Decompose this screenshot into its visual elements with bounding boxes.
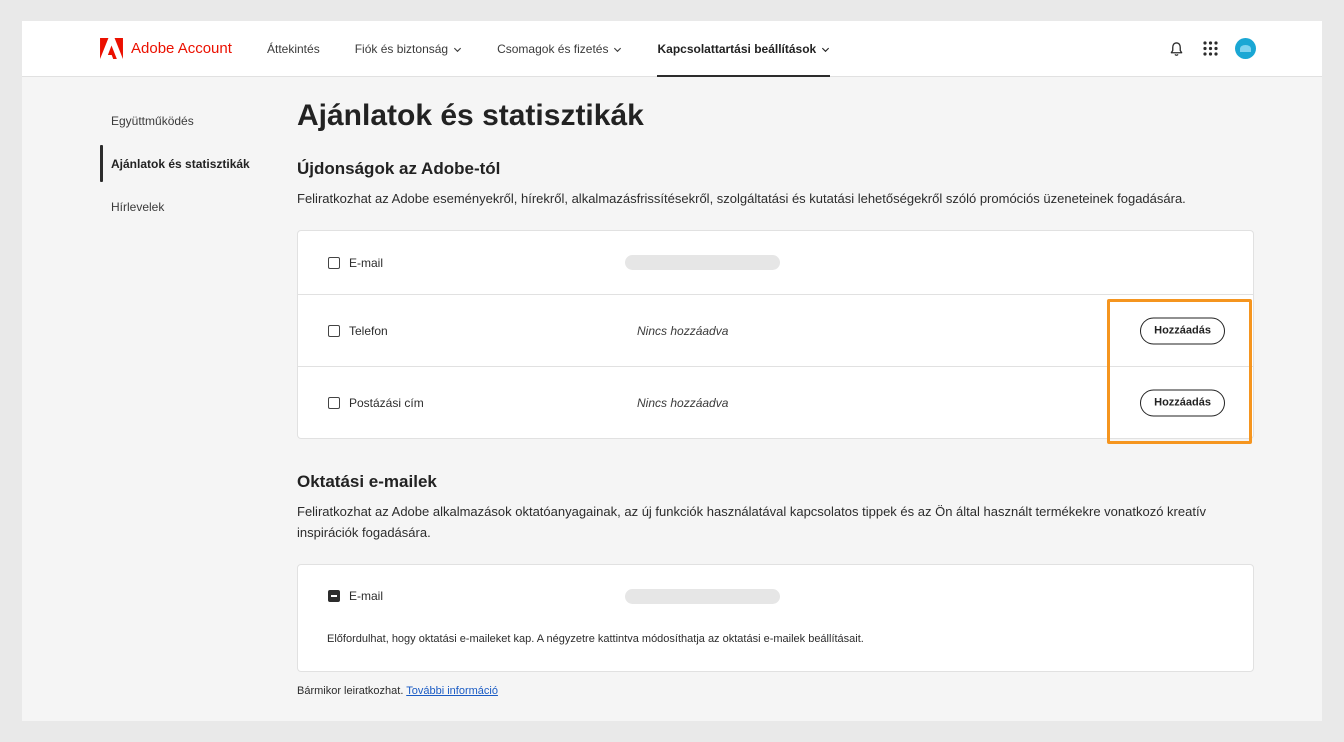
email-value-placeholder [625, 255, 780, 270]
section-adobe-news: Újdonságok az Adobe-tól Feliratkozhat az… [297, 159, 1254, 439]
nav-item-label: Kapcsolattartási beállítások [657, 42, 817, 56]
sidebar-item-label: Együttműködés [111, 113, 194, 128]
unsubscribe-text: Bármikor leiratkozhat. [297, 685, 404, 697]
sidebar: Együttműködés Ajánlatok és statisztikák … [100, 99, 260, 228]
nav-item-label: Csomagok és fizetés [497, 42, 609, 56]
nav-item-communication-preferences[interactable]: Kapcsolattartási beállítások [657, 21, 830, 77]
header-actions [1167, 38, 1256, 59]
nav-item-label: Áttekintés [267, 42, 320, 56]
option-row-email: E-mail [298, 565, 1253, 627]
option-row-email: E-mail [298, 231, 1253, 295]
chevron-down-icon [454, 47, 462, 52]
sidebar-item-collaboration[interactable]: Együttműködés [100, 99, 260, 142]
avatar[interactable] [1235, 38, 1256, 59]
sidebar-item-offers-insights[interactable]: Ajánlatok és statisztikák [100, 142, 260, 185]
section-description: Feliratkozhat az Adobe eseményekről, hír… [297, 191, 1186, 206]
notifications-button[interactable] [1167, 40, 1185, 58]
chevron-down-icon [614, 47, 622, 52]
add-phone-button[interactable]: Hozzáadás [1140, 317, 1225, 344]
status-text: Nincs hozzáadva [637, 323, 729, 338]
main-nav: Áttekintés Fiók és biztonság Csomagok és… [267, 21, 865, 77]
phone-checkbox[interactable] [328, 324, 340, 337]
adobe-logo-icon [100, 38, 123, 59]
section-heading: Oktatási e-mailek [297, 472, 437, 491]
section-educational-emails: Oktatási e-mailek Feliratkozhat az Adobe… [297, 472, 1254, 697]
option-row-phone: Telefon Nincs hozzáadva Hozzáadás [298, 295, 1253, 367]
nav-item-account-security[interactable]: Fiók és biztonság [355, 21, 462, 77]
page-title: Ajánlatok és statisztikák [297, 99, 644, 132]
status-text: Nincs hozzáadva [637, 395, 729, 410]
brand[interactable]: Adobe Account [100, 38, 232, 59]
email-checkbox[interactable] [328, 256, 340, 269]
contact-options-card: E-mail Telefon Nincs hozzáadva Hozzáadás… [297, 230, 1254, 439]
apps-button[interactable] [1201, 40, 1219, 58]
section-description: Feliratkozhat az Adobe alkalmazások okta… [297, 504, 1207, 540]
chevron-down-icon [822, 47, 830, 52]
add-postal-address-button[interactable]: Hozzáadás [1140, 389, 1225, 416]
app-window: Adobe Account Áttekintés Fiók és biztons… [22, 21, 1322, 721]
educational-email-note: Előfordulhat, hogy oktatási e-maileket k… [327, 633, 864, 645]
nav-item-plans-payment[interactable]: Csomagok és fizetés [497, 21, 622, 77]
section-heading: Újdonságok az Adobe-tól [297, 159, 501, 178]
educational-email-card: E-mail Előfordulhat, hogy oktatási e-mai… [297, 564, 1254, 672]
option-row-postal-address: Postázási cím Nincs hozzáadva Hozzáadás [298, 367, 1253, 438]
option-label: Postázási cím [349, 395, 424, 410]
top-navigation-bar: Adobe Account Áttekintés Fiók és biztons… [22, 21, 1322, 77]
learn-more-link[interactable]: További információ [406, 685, 498, 697]
option-label: Telefon [349, 323, 388, 338]
nav-item-overview[interactable]: Áttekintés [267, 21, 320, 77]
main-content: Ajánlatok és statisztikák Újdonságok az … [297, 99, 1254, 697]
postal-address-checkbox[interactable] [328, 396, 340, 409]
sidebar-item-label: Hírlevelek [111, 199, 165, 214]
educational-email-checkbox[interactable] [328, 590, 340, 602]
brand-name: Adobe Account [131, 40, 232, 57]
option-label: E-mail [349, 589, 384, 603]
sidebar-item-label: Ajánlatok és statisztikák [111, 156, 250, 171]
nav-item-label: Fiók és biztonság [354, 42, 449, 56]
option-label: E-mail [349, 255, 384, 270]
email-value-placeholder [625, 588, 780, 604]
bell-icon [1170, 41, 1182, 56]
sidebar-item-newsletters[interactable]: Hírlevelek [100, 185, 260, 228]
apps-grid-icon [1202, 41, 1218, 56]
unsubscribe-note: Bármikor leiratkozhat. További informáci… [297, 685, 1254, 697]
